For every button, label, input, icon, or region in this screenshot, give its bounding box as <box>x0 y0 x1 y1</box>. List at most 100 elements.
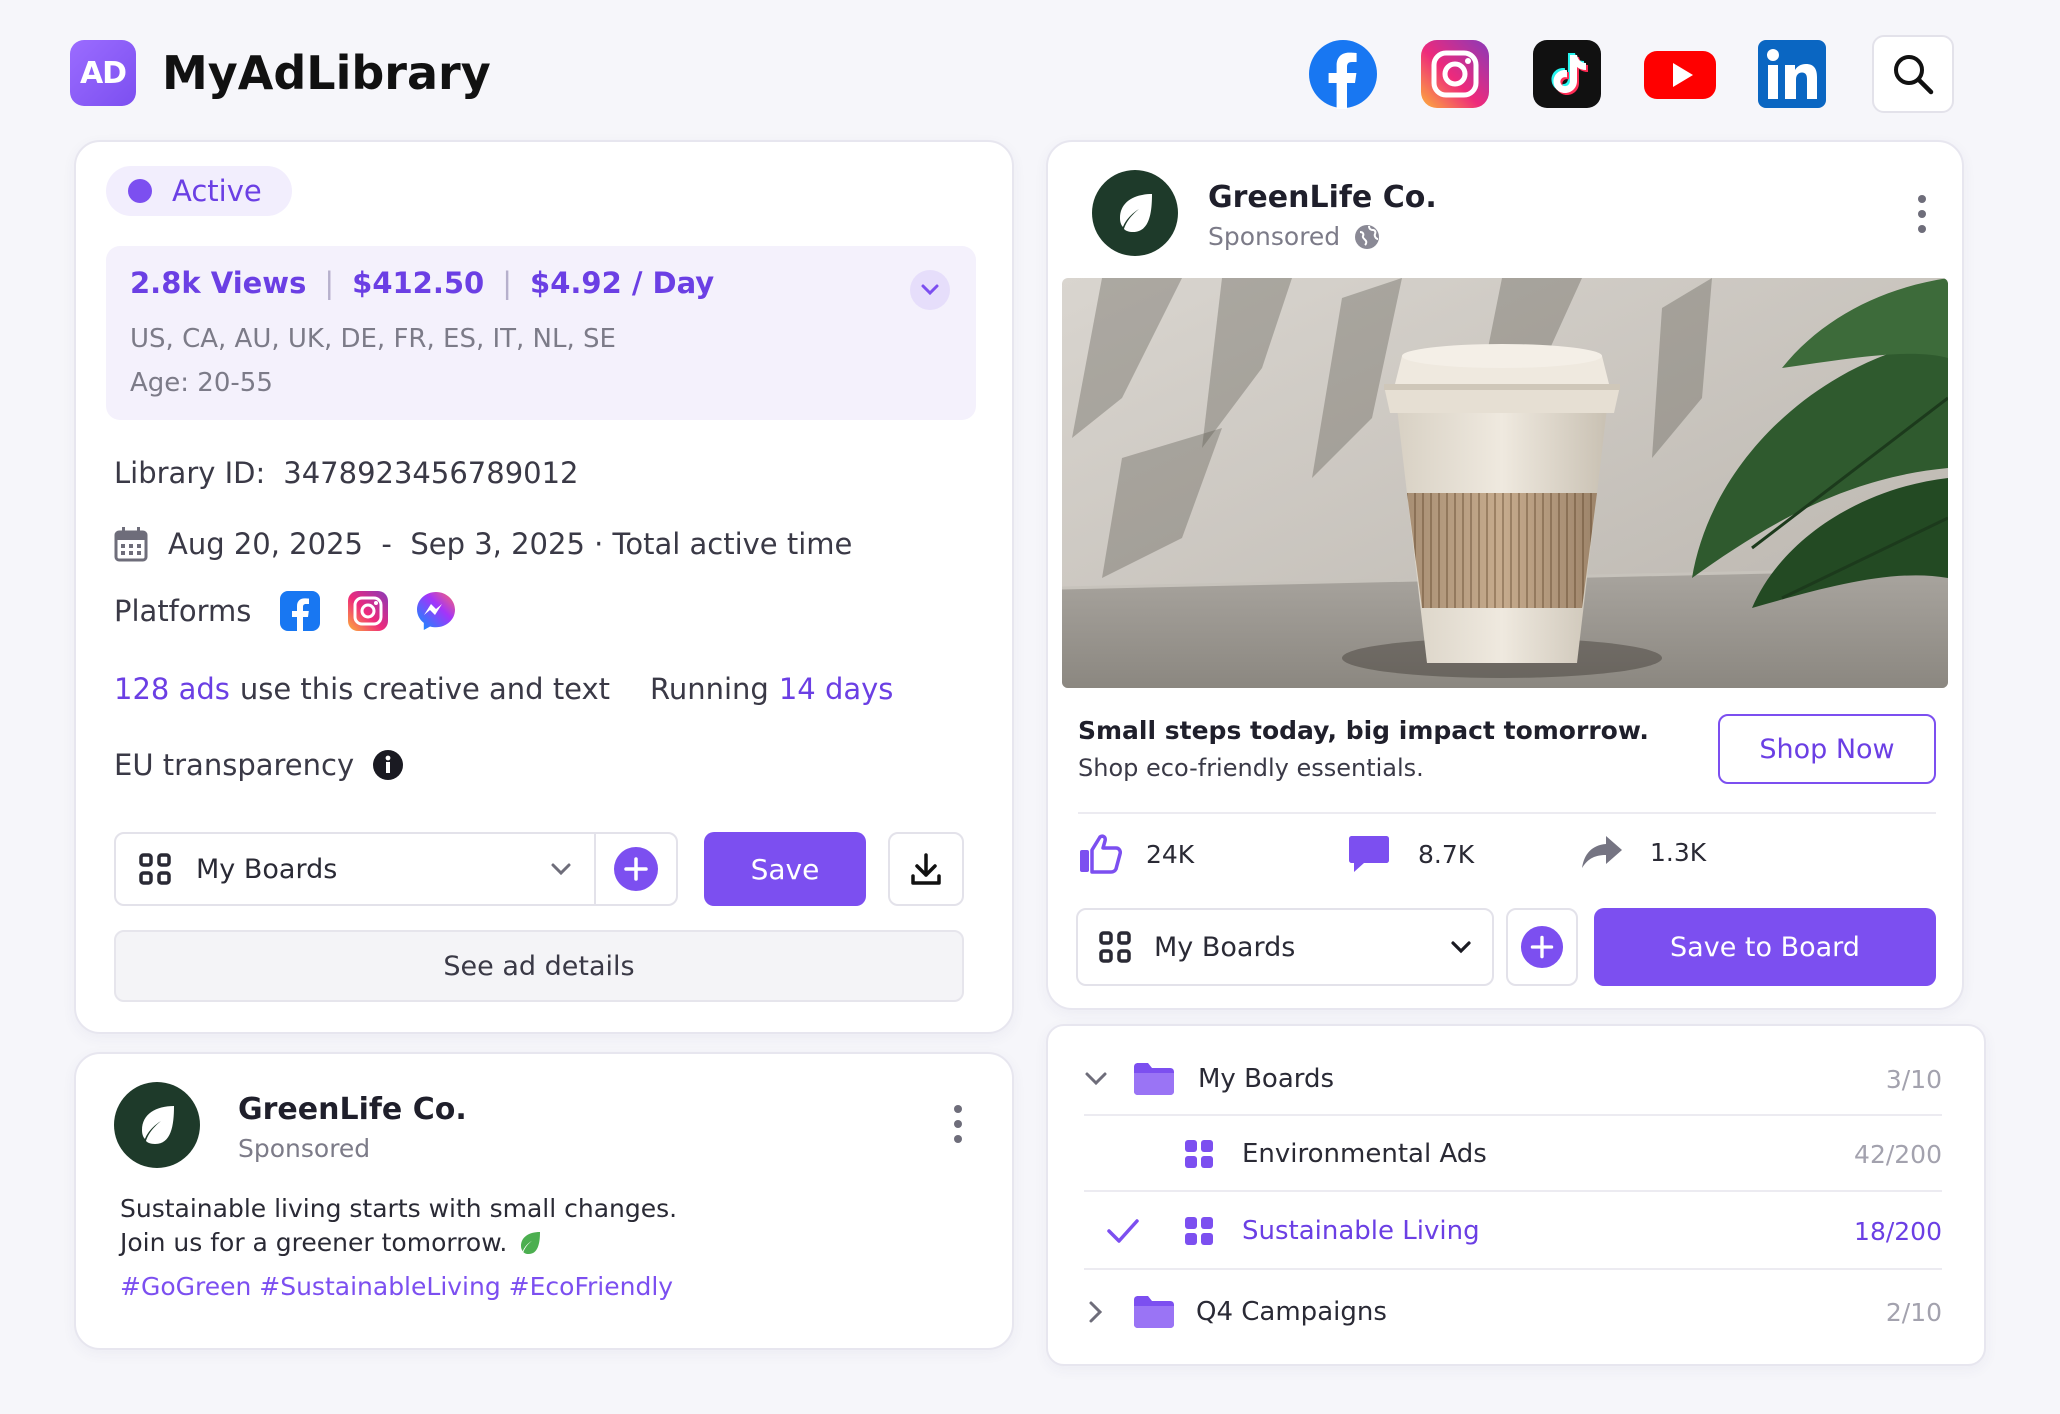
date-row: Aug 20, 2025 - Sep 3, 2025 · Total activ… <box>114 526 852 562</box>
preview-brand-name[interactable]: GreenLife Co. <box>1208 180 1437 215</box>
board-name: Environmental Ads <box>1242 1139 1487 1169</box>
instagram-icon <box>348 591 389 631</box>
shop-now-button[interactable]: Shop Now <box>1718 714 1936 784</box>
post-more-button[interactable] <box>952 1104 964 1144</box>
shares-count: 1.3K <box>1650 837 1707 867</box>
download-button[interactable] <box>888 832 964 906</box>
preview-more-button[interactable] <box>1916 194 1928 234</box>
age-text: Age: 20-55 <box>130 368 273 398</box>
chevron-down-icon <box>1085 1072 1107 1086</box>
search-button[interactable] <box>1872 35 1954 113</box>
facebook-icon[interactable] <box>1308 39 1378 109</box>
info-icon[interactable] <box>372 749 404 781</box>
plus-circle-icon <box>1520 925 1564 969</box>
expand-stats-button[interactable] <box>910 270 950 310</box>
leaf-emoji-icon <box>521 1231 541 1254</box>
board-item-sustainable-living[interactable]: Sustainable Living 18/200 <box>1084 1194 1942 1268</box>
board-item-environmental-ads[interactable]: Environmental Ads 42/200 <box>1084 1118 1942 1190</box>
running-label: Running <box>650 672 769 706</box>
thumbs-up-icon <box>1080 834 1122 874</box>
see-ad-details-label: See ad details <box>443 950 635 982</box>
preview-boards-select[interactable]: My Boards <box>1076 908 1494 986</box>
plus-circle-icon <box>614 847 658 891</box>
shop-now-label: Shop Now <box>1759 733 1895 765</box>
brand-avatar[interactable] <box>114 1082 200 1168</box>
board-count: 2/10 <box>1885 1297 1942 1327</box>
chevron-down-icon <box>551 863 571 876</box>
preview-boards-select-value: My Boards <box>1154 931 1296 963</box>
linkedin-icon[interactable] <box>1758 40 1826 108</box>
ads-usage-row: 128 ads use this creative and text <box>114 672 610 706</box>
post-line-1: Sustainable living starts with small cha… <box>120 1194 678 1223</box>
views-stat: 2.8k Views <box>130 266 307 300</box>
comments-stat[interactable]: 8.7K <box>1348 834 1474 874</box>
app-header: AD MyAdLibrary <box>70 38 491 108</box>
post-hashtags[interactable]: #GoGreen #SustainableLiving #EcoFriendly <box>120 1272 673 1301</box>
library-id-value: 3478923456789012 <box>283 456 579 490</box>
shares-stat[interactable]: 1.3K <box>1580 834 1706 870</box>
chevron-right-icon <box>1089 1301 1103 1323</box>
ads-count-link[interactable]: 128 ads <box>114 672 230 706</box>
per-day-stat: $4.92 / Day <box>530 266 715 300</box>
platforms-label: Platforms <box>114 594 252 628</box>
countries-text: US, CA, AU, UK, DE, FR, ES, IT, NL, SE <box>130 324 616 354</box>
board-grid-icon <box>1185 1140 1213 1168</box>
social-icons <box>1308 34 1954 114</box>
eu-transparency-label: EU transparency <box>114 748 355 782</box>
save-to-board-button[interactable]: Save to Board <box>1594 908 1936 986</box>
more-vertical-icon <box>954 1105 962 1143</box>
download-icon <box>911 853 941 885</box>
status-badge: Active <box>106 166 292 216</box>
board-folder-q4-campaigns[interactable]: Q4 Campaigns 2/10 <box>1084 1276 1942 1348</box>
library-id-row: Library ID: 3478923456789012 <box>114 456 579 490</box>
app-logo-text: AD <box>79 55 127 91</box>
ad-subline: Shop eco-friendly essentials. <box>1078 754 1424 782</box>
platforms-row: Platforms <box>114 590 457 632</box>
add-board-button[interactable] <box>594 832 678 906</box>
board-count: 42/200 <box>1854 1139 1942 1169</box>
save-to-board-label: Save to Board <box>1670 931 1860 963</box>
comments-count: 8.7K <box>1418 839 1475 869</box>
divider <box>1078 812 1936 814</box>
post-line-2-row: Join us for a greener tomorrow. <box>120 1228 543 1257</box>
tiktok-icon[interactable] <box>1532 39 1602 109</box>
divider <box>1084 1190 1942 1192</box>
board-grid-icon <box>1185 1217 1213 1245</box>
save-button-label: Save <box>750 852 820 886</box>
library-id-label: Library ID: <box>114 456 266 490</box>
running-row: Running 14 days <box>650 672 893 706</box>
post-line-2: Join us for a greener tomorrow. <box>120 1228 508 1257</box>
chevron-down-icon <box>1451 941 1471 954</box>
stats-separator: | <box>502 266 513 300</box>
save-button[interactable]: Save <box>704 832 866 906</box>
grid-icon <box>139 853 171 885</box>
divider <box>1084 1114 1942 1116</box>
boards-select[interactable]: My Boards <box>114 832 596 906</box>
boards-list-card: My Boards 3/10 Environmental Ads 42/200 … <box>1046 1024 1986 1366</box>
ad-creative-image[interactable] <box>1062 278 1948 688</box>
preview-brand-avatar[interactable] <box>1092 170 1178 256</box>
preview-sponsored-row: Sponsored <box>1208 222 1380 251</box>
board-folder-row[interactable]: My Boards 3/10 <box>1084 1044 1942 1114</box>
folder-icon <box>1134 1063 1174 1095</box>
ad-details-card: Active 2.8k Views | $412.50 | $4.92 / Da… <box>74 140 1014 1034</box>
search-icon <box>1894 55 1934 95</box>
leaf-icon <box>1120 194 1152 232</box>
youtube-icon[interactable] <box>1644 39 1716 109</box>
globe-icon <box>1355 224 1380 249</box>
likes-count: 24K <box>1146 839 1195 869</box>
app-logo[interactable]: AD <box>70 40 136 106</box>
date-range: Aug 20, 2025 - Sep 3, 2025 · Total activ… <box>168 527 853 561</box>
status-dot <box>128 179 152 203</box>
board-count: 18/200 <box>1854 1216 1942 1246</box>
check-icon <box>1107 1219 1139 1243</box>
likes-stat[interactable]: 24K <box>1078 834 1194 874</box>
folder-icon <box>1134 1296 1174 1328</box>
status-text: Active <box>172 174 262 208</box>
post-brand-name[interactable]: GreenLife Co. <box>238 1092 467 1127</box>
preview-add-board-button[interactable] <box>1506 908 1578 986</box>
stats-separator: | <box>324 266 335 300</box>
see-ad-details-button[interactable]: See ad details <box>114 930 964 1002</box>
more-vertical-icon <box>1918 195 1926 233</box>
instagram-icon[interactable] <box>1420 39 1490 109</box>
